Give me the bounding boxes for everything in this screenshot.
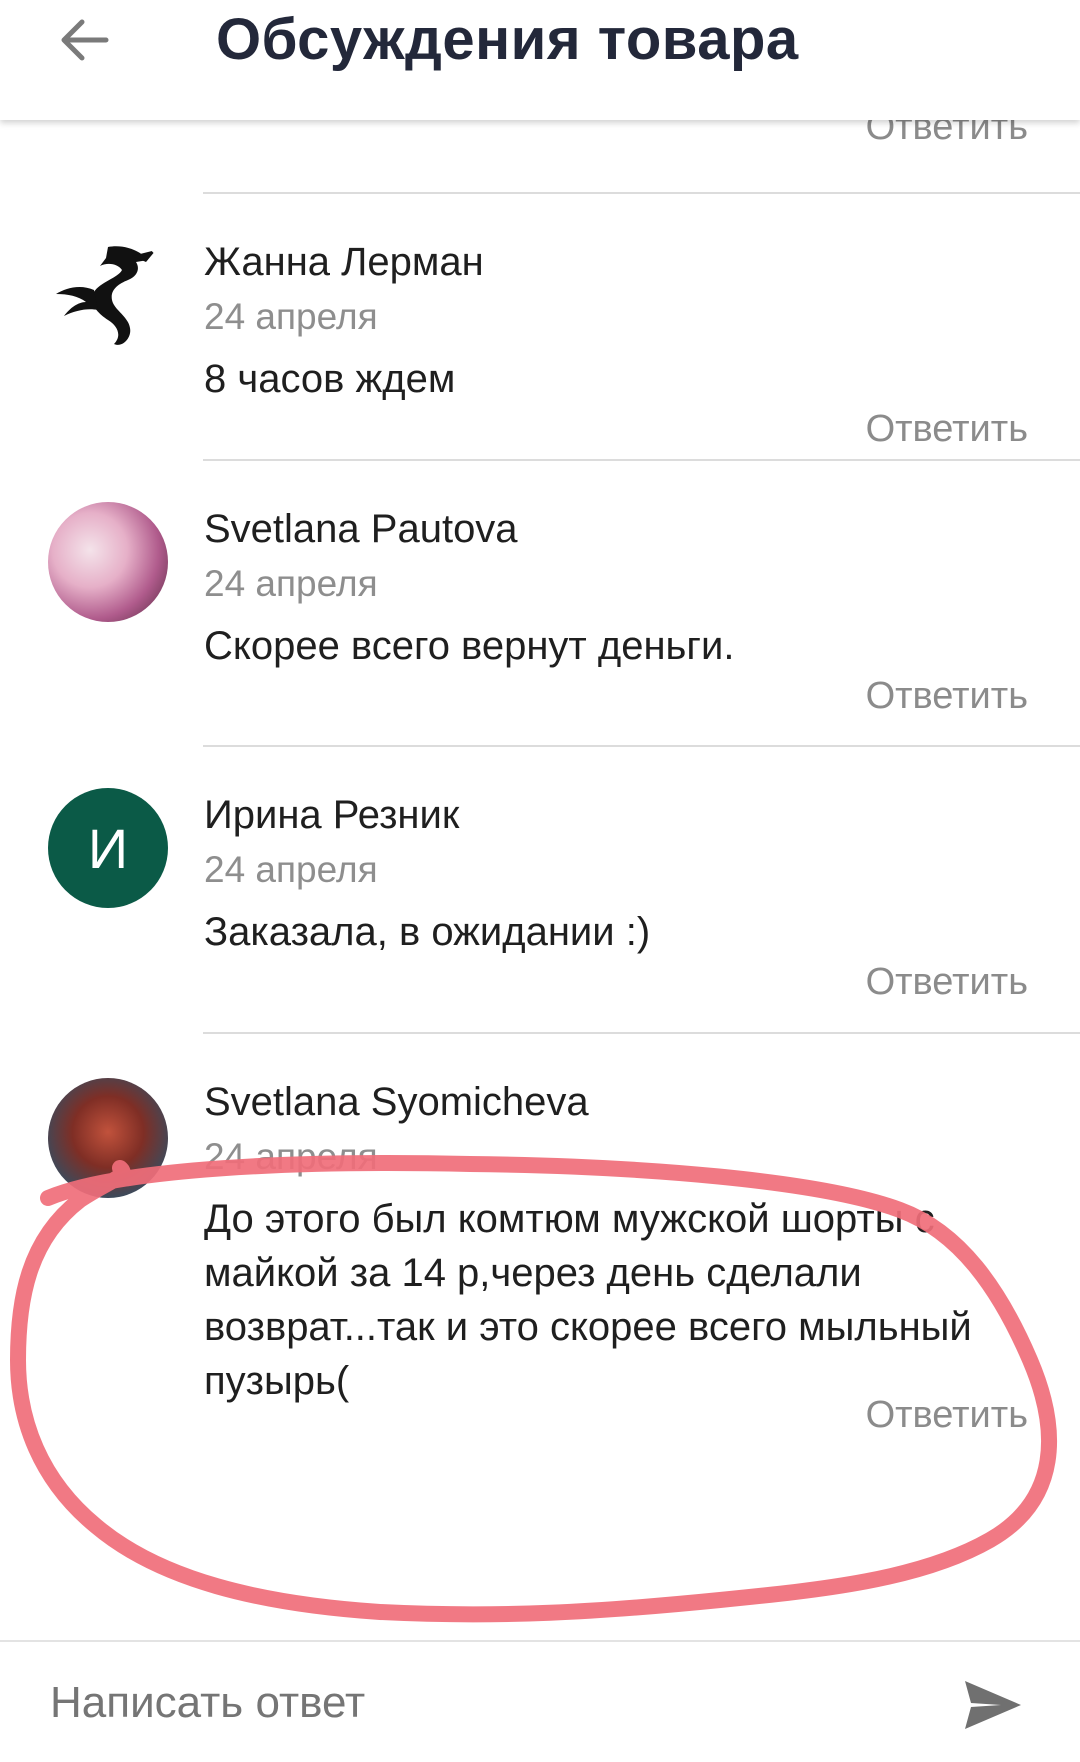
reply-composer	[0, 1640, 1080, 1762]
send-icon	[965, 1681, 1021, 1729]
avatar[interactable]	[48, 1078, 168, 1198]
comment-text: Заказала, в ожидании :)	[204, 910, 651, 954]
avatar[interactable]	[48, 502, 168, 622]
comment-author[interactable]: Svetlana Syomicheva	[204, 1080, 589, 1125]
comments-list[interactable]: Ответить Жанна Лерман 24 апреля 8 часов …	[0, 120, 1080, 1640]
comment-date: 24 апреля	[204, 563, 378, 604]
reply-button[interactable]: Ответить	[866, 961, 1028, 1004]
reply-button[interactable]: Ответить	[866, 408, 1028, 451]
comment-author[interactable]: Жанна Лерман	[204, 240, 484, 285]
comment-date: 24 апреля	[204, 296, 378, 337]
divider	[203, 1032, 1080, 1034]
comment-author[interactable]: Ирина Резник	[204, 793, 459, 838]
comment-text: Скорее всего вернут деньги.	[204, 624, 735, 668]
dragon-logo-icon	[56, 246, 156, 345]
divider	[203, 745, 1080, 747]
reply-button[interactable]: Ответить	[866, 120, 1028, 149]
divider	[203, 192, 1080, 194]
avatar[interactable]: И	[48, 788, 168, 908]
comment-text: До этого был комтюм мужской шорты с майк…	[204, 1197, 972, 1403]
arrow-left-icon	[61, 19, 109, 61]
avatar[interactable]	[48, 232, 168, 352]
comment-author[interactable]: Svetlana Pautova	[204, 507, 518, 552]
reply-input[interactable]	[48, 1664, 912, 1742]
send-button[interactable]	[958, 1670, 1028, 1740]
app-header: Обсуждения товара	[0, 0, 1080, 120]
comment-date: 24 апреля	[204, 1136, 378, 1177]
page-title: Обсуждения товара	[216, 7, 799, 72]
comment-text: 8 часов ждем	[204, 357, 456, 401]
reply-button[interactable]: Ответить	[866, 675, 1028, 718]
comment-date: 24 апреля	[204, 849, 378, 890]
back-button[interactable]	[52, 8, 116, 72]
reply-button[interactable]: Ответить	[866, 1394, 1028, 1437]
divider	[203, 459, 1080, 461]
